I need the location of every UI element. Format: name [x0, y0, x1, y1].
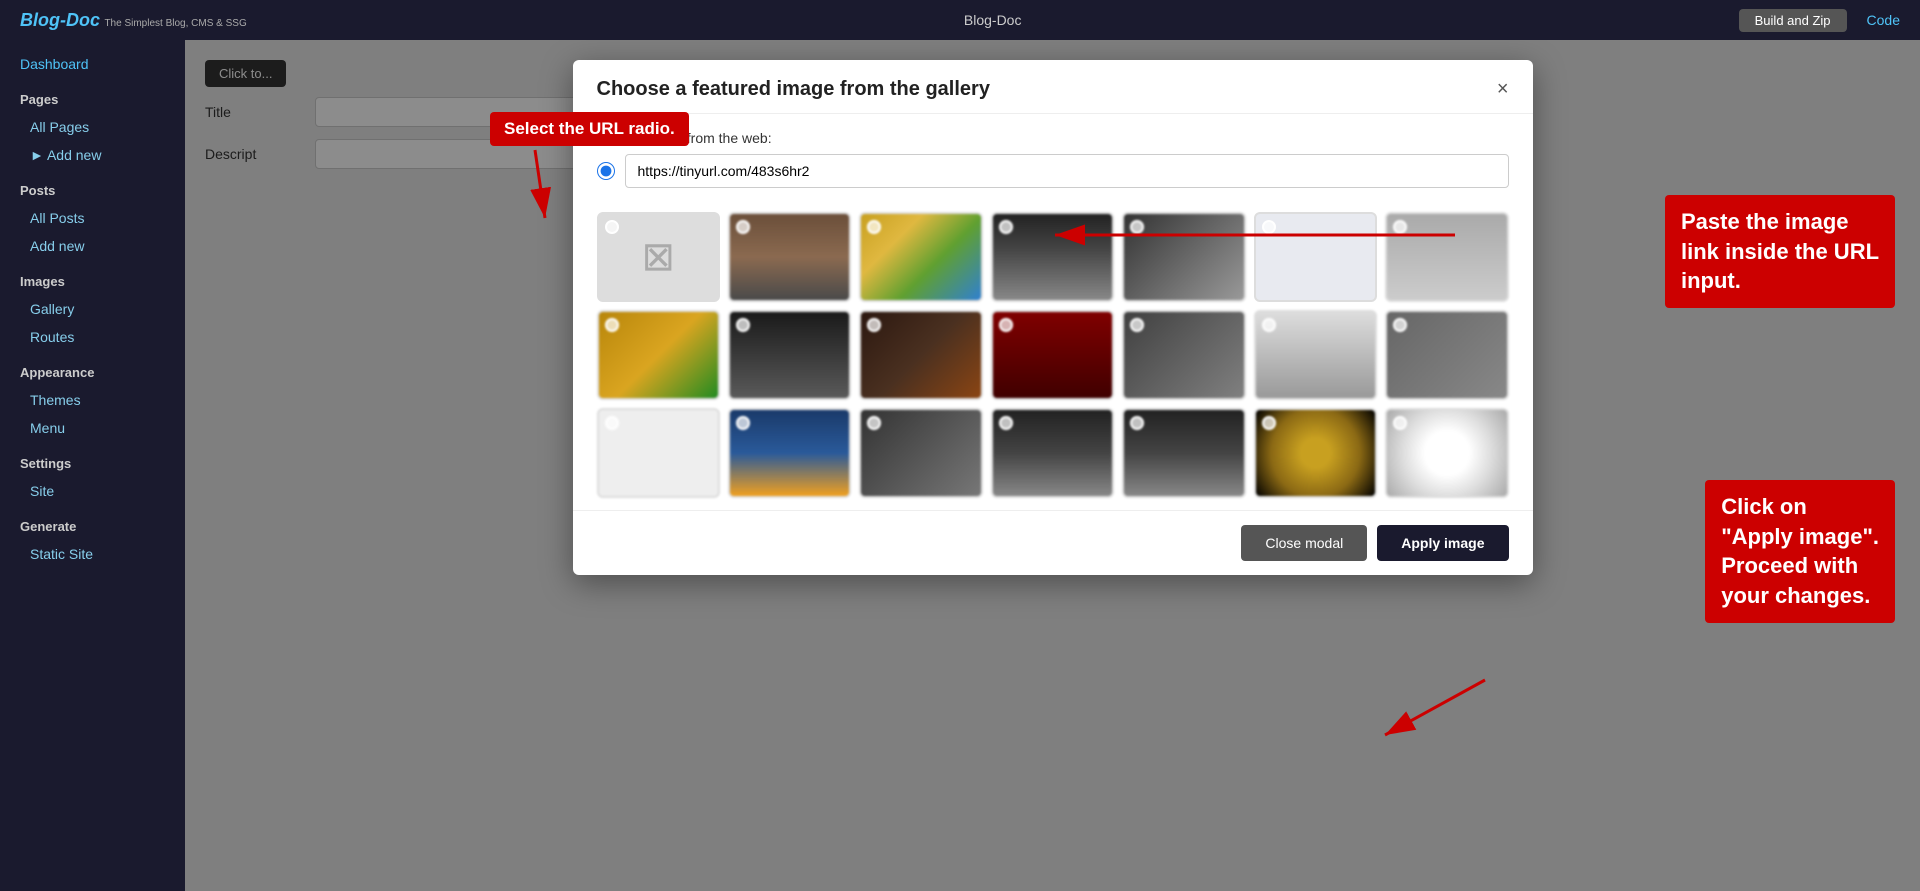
- gallery-radio-19[interactable]: [1130, 416, 1144, 430]
- gallery-radio-6[interactable]: [1262, 220, 1276, 234]
- gallery-item-5[interactable]: [1122, 212, 1245, 302]
- gallery-item-16[interactable]: [728, 408, 851, 498]
- sidebar-item-all-posts[interactable]: All Posts: [0, 204, 185, 232]
- gallery-radio-5[interactable]: [1130, 220, 1144, 234]
- modal-header: Choose a featured image from the gallery…: [573, 60, 1533, 114]
- sidebar-section-pages: Pages: [0, 86, 185, 113]
- url-input[interactable]: [625, 154, 1509, 188]
- gallery-item-3[interactable]: [859, 212, 982, 302]
- gallery-item-12[interactable]: [1122, 310, 1245, 400]
- gallery-item-4[interactable]: [991, 212, 1114, 302]
- gallery-item-11[interactable]: [991, 310, 1114, 400]
- gallery-radio-9[interactable]: [736, 318, 750, 332]
- gallery-radio-18[interactable]: [999, 416, 1013, 430]
- gallery-item-17[interactable]: [859, 408, 982, 498]
- gallery-radio-17[interactable]: [867, 416, 881, 430]
- tooltip-apply-image: Click on"Apply image".Proceed withyour c…: [1705, 480, 1895, 623]
- gallery-item-21[interactable]: [1385, 408, 1508, 498]
- code-link[interactable]: Code: [1867, 12, 1900, 28]
- sidebar-item-themes[interactable]: Themes: [0, 386, 185, 414]
- sidebar-section-images: Images: [0, 268, 185, 295]
- gallery-item-10[interactable]: [859, 310, 982, 400]
- modal-footer: Close modal Apply image: [573, 510, 1533, 575]
- modal-close-x-button[interactable]: ×: [1497, 78, 1509, 101]
- sidebar-item-all-pages[interactable]: All Pages: [0, 113, 185, 141]
- navbar-brand: Blog-Doc The Simplest Blog, CMS & SSG: [20, 10, 247, 31]
- tooltip-url-radio: Select the URL radio.: [490, 112, 689, 146]
- gallery-radio-21[interactable]: [1393, 416, 1407, 430]
- gallery-item-19[interactable]: [1122, 408, 1245, 498]
- sidebar-item-site[interactable]: Site: [0, 477, 185, 505]
- gallery-radio-11[interactable]: [999, 318, 1013, 332]
- sidebar-item-static-site[interactable]: Static Site: [0, 540, 185, 568]
- gallery-item-18[interactable]: [991, 408, 1114, 498]
- gallery-radio-13[interactable]: [1262, 318, 1276, 332]
- tooltip-paste-link: Paste the image link inside the URL inpu…: [1665, 195, 1895, 308]
- sidebar-item-menu[interactable]: Menu: [0, 414, 185, 442]
- gallery-radio-4[interactable]: [999, 220, 1013, 234]
- gallery-radio-14[interactable]: [1393, 318, 1407, 332]
- close-modal-button[interactable]: Close modal: [1241, 525, 1367, 561]
- gallery-item-13[interactable]: [1254, 310, 1377, 400]
- modal-title: Choose a featured image from the gallery: [597, 78, 990, 101]
- gallery-item-9[interactable]: [728, 310, 851, 400]
- sidebar-section-settings: Settings: [0, 450, 185, 477]
- gallery-radio-15[interactable]: [605, 416, 619, 430]
- gallery-item-20[interactable]: [1254, 408, 1377, 498]
- gallery-radio-16[interactable]: [736, 416, 750, 430]
- sidebar-item-gallery[interactable]: Gallery: [0, 295, 185, 323]
- sidebar-item-dashboard[interactable]: Dashboard: [0, 50, 185, 78]
- gallery-item-1[interactable]: [597, 212, 720, 302]
- gallery-radio-10[interactable]: [867, 318, 881, 332]
- url-label: Use an image from the web:: [597, 130, 1509, 146]
- gallery-item-14[interactable]: [1385, 310, 1508, 400]
- sidebar-item-add-new-posts[interactable]: Add new: [0, 232, 185, 260]
- gallery-grid: [573, 200, 1533, 510]
- gallery-radio-1[interactable]: [605, 220, 619, 234]
- modal-overlay: Choose a featured image from the gallery…: [185, 40, 1920, 891]
- gallery-radio-20[interactable]: [1262, 416, 1276, 430]
- navbar: Blog-Doc The Simplest Blog, CMS & SSG Bl…: [0, 0, 1920, 40]
- sidebar-item-routes[interactable]: Routes: [0, 323, 185, 351]
- sidebar-section-generate: Generate: [0, 513, 185, 540]
- navbar-center-title: Blog-Doc: [964, 12, 1022, 28]
- content-area: Click to... Title Descript Choose a feat…: [185, 40, 1920, 891]
- url-radio[interactable]: [597, 162, 615, 180]
- gallery-radio-7[interactable]: [1393, 220, 1407, 234]
- build-and-zip-button[interactable]: Build and Zip: [1739, 9, 1847, 32]
- gallery-item-8[interactable]: [597, 310, 720, 400]
- gallery-item-15[interactable]: [597, 408, 720, 498]
- gallery-item-2[interactable]: [728, 212, 851, 302]
- gallery-radio-3[interactable]: [867, 220, 881, 234]
- modal-url-section: Use an image from the web:: [573, 114, 1533, 200]
- sidebar: Dashboard Pages All Pages ► Add new Post…: [0, 40, 185, 891]
- gallery-radio-12[interactable]: [1130, 318, 1144, 332]
- sidebar-section-appearance: Appearance: [0, 359, 185, 386]
- gallery-radio-8[interactable]: [605, 318, 619, 332]
- sidebar-item-add-new-pages[interactable]: ► Add new: [0, 141, 185, 169]
- gallery-item-7[interactable]: [1385, 212, 1508, 302]
- navbar-right: Build and Zip Code: [1739, 9, 1900, 32]
- sidebar-section-posts: Posts: [0, 177, 185, 204]
- image-gallery-modal: Choose a featured image from the gallery…: [573, 60, 1533, 575]
- gallery-radio-2[interactable]: [736, 220, 750, 234]
- url-row: [597, 154, 1509, 188]
- apply-image-button[interactable]: Apply image: [1377, 525, 1508, 561]
- gallery-item-6[interactable]: [1254, 212, 1377, 302]
